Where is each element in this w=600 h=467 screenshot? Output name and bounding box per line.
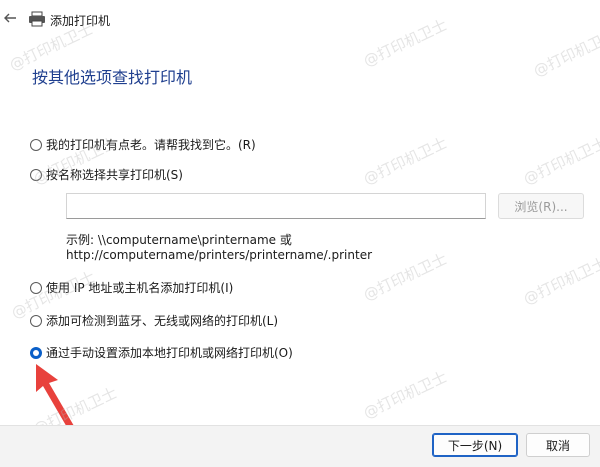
radio-bluetooth-wireless[interactable]	[30, 314, 42, 327]
window-title: 添加打印机	[50, 14, 111, 28]
radio-shared-printer[interactable]	[30, 168, 42, 181]
watermark: @打印机卫士	[360, 367, 450, 423]
option-bluetooth-wireless[interactable]: 添加可检测到蓝牙、无线或网络的打印机(L)	[30, 312, 278, 329]
option-ip-address[interactable]: 使用 IP 地址或主机名添加打印机(I)	[30, 279, 233, 296]
radio-old-printer[interactable]	[30, 138, 42, 151]
watermark: @打印机卫士	[360, 249, 450, 305]
option-ip-address-label: 使用 IP 地址或主机名添加打印机(I)	[46, 281, 234, 295]
example-text-line2: http://computername/printers/printername…	[66, 248, 373, 262]
next-button[interactable]: 下一步(N)	[432, 433, 518, 457]
back-arrow-icon[interactable]	[2, 10, 18, 26]
option-old-printer[interactable]: 我的打印机有点老。请帮我找到它。(R)	[30, 136, 256, 153]
option-bluetooth-wireless-label: 添加可检测到蓝牙、无线或网络的打印机(L)	[46, 314, 279, 328]
title-bar: 添加打印机	[0, 0, 600, 40]
watermark: @打印机卫士	[520, 133, 600, 189]
watermark: @打印机卫士	[360, 133, 450, 189]
printer-icon	[29, 11, 45, 27]
page-heading: 按其他选项查找打印机	[32, 68, 193, 87]
watermark: @打印机卫士	[520, 253, 600, 309]
option-old-printer-label: 我的打印机有点老。请帮我找到它。(R)	[46, 138, 256, 152]
shared-printer-name-input[interactable]	[66, 193, 486, 219]
option-shared-printer[interactable]: 按名称选择共享打印机(S)	[30, 166, 183, 183]
example-text-line1: 示例: \\computername\printername 或	[66, 233, 292, 247]
cancel-button[interactable]: 取消	[526, 433, 590, 457]
radio-manual-setup[interactable]	[30, 346, 42, 359]
annotation-arrow-icon	[36, 364, 74, 429]
browse-button[interactable]: 浏览(R)...	[498, 193, 584, 219]
option-shared-printer-label: 按名称选择共享打印机(S)	[46, 168, 183, 182]
option-manual-setup-label: 通过手动设置添加本地打印机或网络打印机(O)	[46, 346, 293, 360]
option-manual-setup[interactable]: 通过手动设置添加本地打印机或网络打印机(O)	[30, 344, 293, 361]
radio-ip-address[interactable]	[30, 281, 42, 294]
